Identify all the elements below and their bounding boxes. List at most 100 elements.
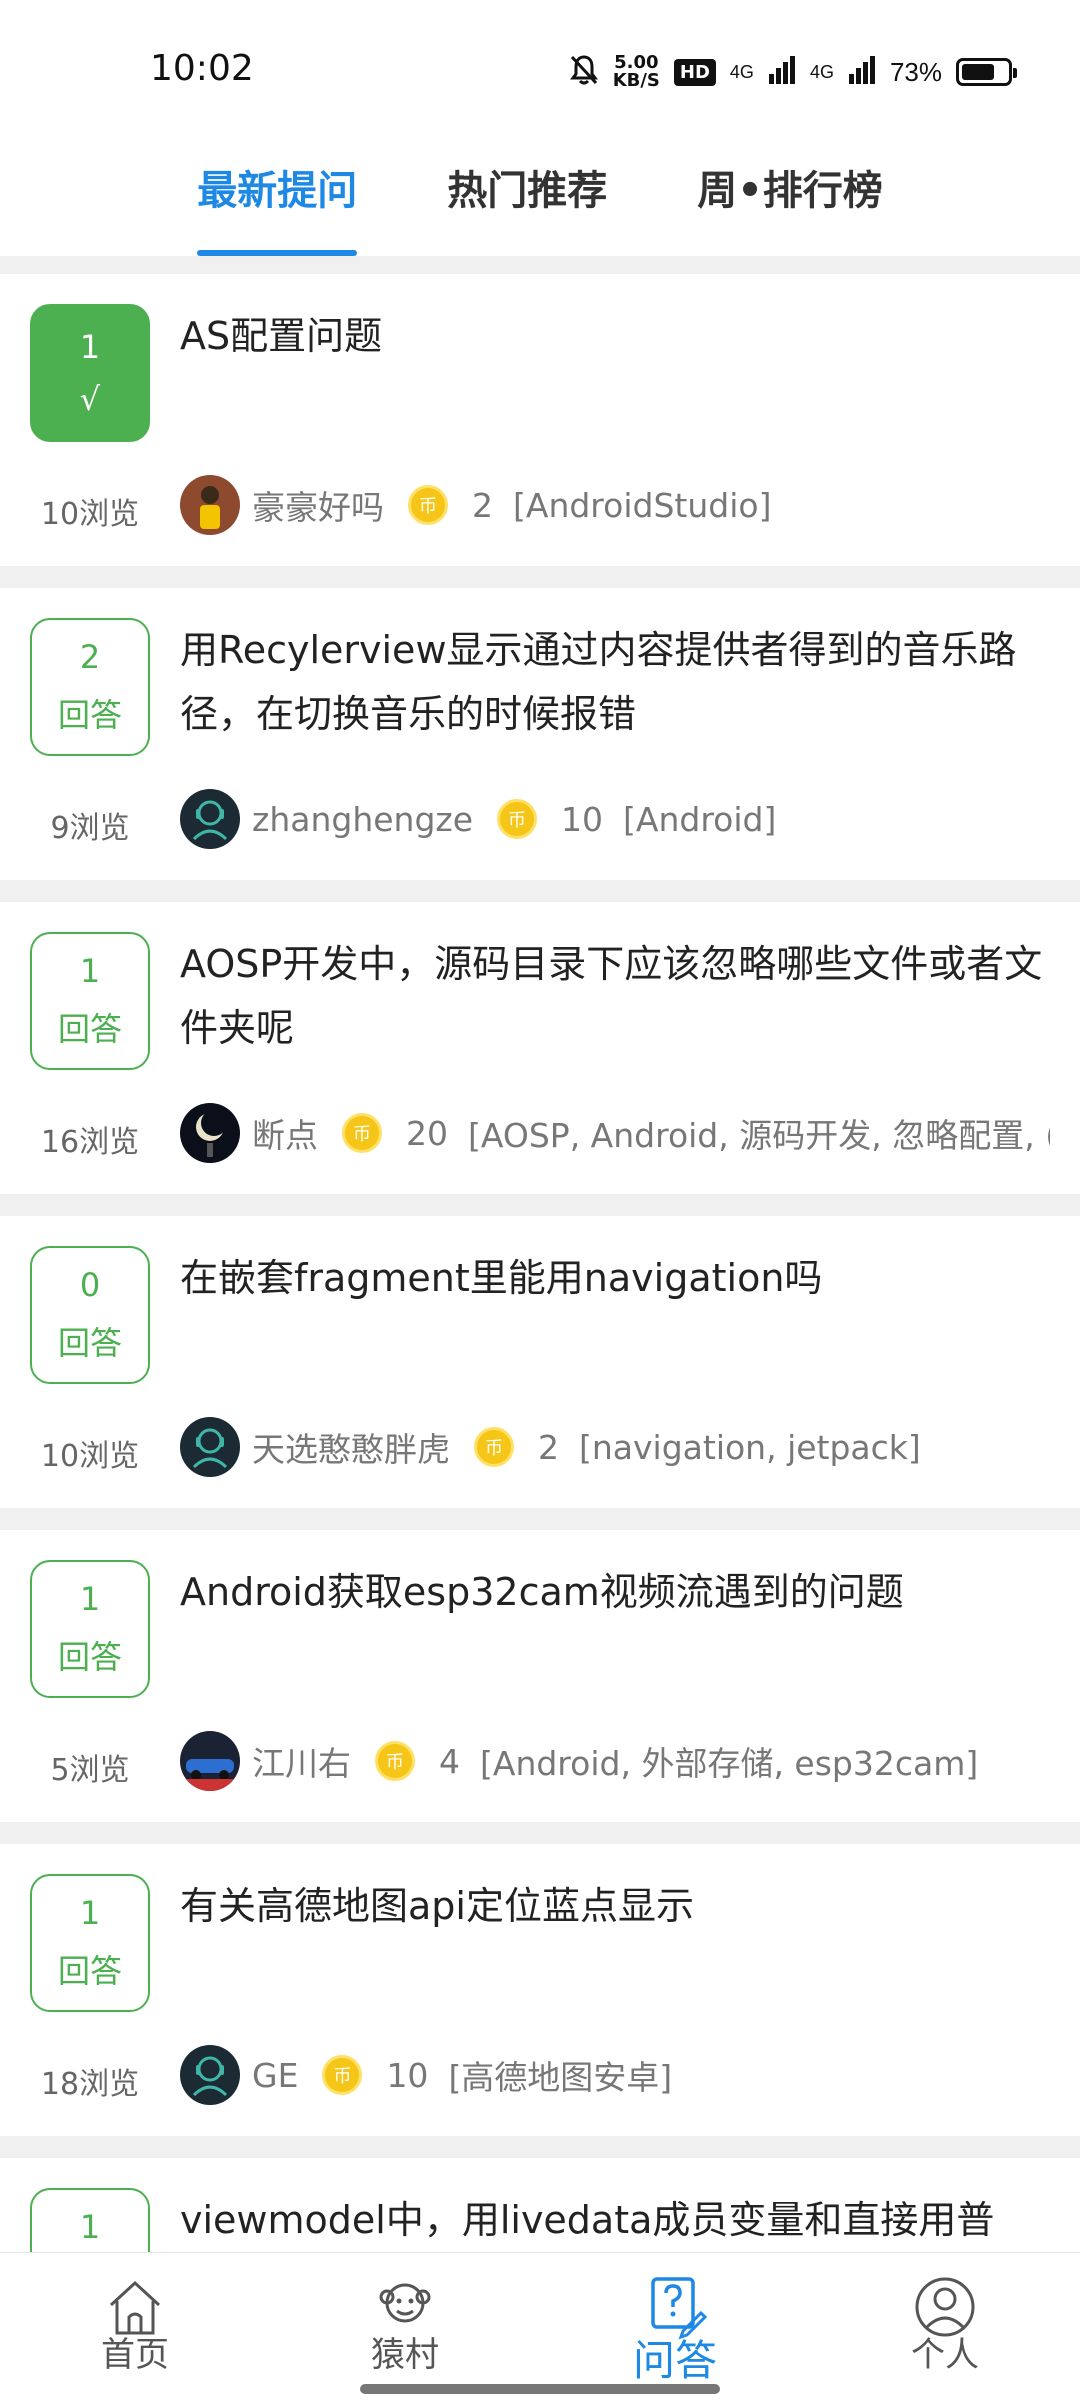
question-title[interactable]: Android获取esp32cam视频流遇到的问题 [180, 1560, 1050, 1624]
question-title[interactable]: AOSP开发中，源码目录下应该忽略哪些文件或者文件夹呢 [180, 932, 1050, 1060]
view-count: 9浏览 [50, 811, 130, 846]
battery-fill [962, 64, 995, 80]
answer-count: 2 [79, 638, 101, 676]
nav-item-3[interactable]: 个人 [810, 2253, 1080, 2400]
answer-label: 回答 [57, 1324, 122, 1362]
question-title[interactable]: 用Recylerview显示通过内容提供者得到的音乐路径，在切换音乐的时候报错 [180, 618, 1050, 746]
coin-icon: 币 [375, 1741, 415, 1781]
mute-bell-icon [569, 54, 599, 90]
question-meta: zhanghengze 币 10 [Android] [180, 788, 1050, 850]
answer-count: 1 [79, 2208, 101, 2246]
battery-percent: 73% [889, 56, 942, 87]
avatar[interactable] [180, 1103, 240, 1163]
answer-count-badge: 0 回答 [30, 1246, 150, 1384]
nav-label: 猿村 [371, 2335, 439, 2375]
answer-count-badge: 1 回答 [30, 932, 150, 1070]
coin-icon: 币 [474, 1427, 514, 1467]
avatar[interactable] [180, 1731, 240, 1791]
nav-item-0[interactable]: 首页 [0, 2253, 270, 2400]
answer-count: 1 [79, 328, 101, 366]
question-item[interactable]: 1 √ AS配置问题 10浏览 豪豪好吗币 2 [AndroidStudio] [0, 274, 1080, 566]
answer-count: 1 [79, 1894, 101, 1932]
nav-label: 个人 [911, 2335, 979, 2375]
answer-label: 回答 [57, 1010, 122, 1048]
signal-icon-2 [848, 56, 876, 88]
question-tags: [AndroidStudio] [513, 485, 772, 525]
coin-icon: 币 [342, 1113, 382, 1153]
author-name[interactable]: 天选憨憨胖虎 [252, 1423, 450, 1471]
question-item[interactable]: 2 回答 用Recylerview显示通过内容提供者得到的音乐路径，在切换音乐的时候… [0, 588, 1080, 880]
view-count: 10浏览 [40, 497, 140, 532]
signal-icon [768, 56, 796, 88]
answer-count-badge: 1回答 [30, 1874, 150, 2012]
question-tags: [navigation, jetpack] [579, 1427, 921, 1467]
author-name[interactable]: zhanghengze [252, 800, 473, 839]
question-title[interactable]: viewmodel中，用livedata成员变量和直接用普 [180, 2188, 1050, 2252]
coin-icon: 币 [408, 485, 448, 525]
coin-icon: 币 [322, 2055, 363, 2095]
avatar[interactable] [180, 475, 240, 535]
answer-label: 回答 [57, 696, 122, 734]
avatar[interactable] [180, 789, 240, 849]
network-type-2: 4G [809, 61, 834, 82]
question-item[interactable]: 0 回答 在嵌套fragment里能用navigation吗 10浏览 天选憨憨胖虎币 2… [0, 1216, 1080, 1508]
question-item[interactable]: 1回答 viewmodel中，用livedata成员变量和直接用普 [0, 2158, 1080, 2252]
question-meta: 天选憨憨胖虎币 2 [navigation, jetpack] [180, 1416, 1050, 1478]
tab-0[interactable]: 最新提问 [197, 130, 358, 256]
author-name[interactable]: 断点 [252, 1109, 318, 1157]
avatar[interactable] [180, 1417, 240, 1477]
nav-item-2[interactable]: 问答 [540, 2253, 810, 2400]
network-type-1: 4G [729, 61, 754, 82]
question-meta: 豪豪好吗币 2 [AndroidStudio] [180, 474, 1050, 536]
nav-item-1[interactable]: 猿村 [270, 2253, 540, 2400]
coin-icon: 币 [497, 799, 538, 839]
question-meta: 断点币 20 [AOSP, Android, 源码开发, 忽略配置, ( [180, 1102, 1050, 1164]
author-name[interactable]: GE [252, 2056, 298, 2095]
tab-1[interactable]: 热门推荐 [447, 130, 607, 256]
tab-2[interactable]: 周•排行榜 [697, 130, 883, 256]
question-tags: [高德地图安卓] [448, 2058, 673, 2097]
view-count: 16浏览 [40, 1125, 140, 1160]
status-time: 10:02 [150, 48, 254, 89]
question-tags: [AOSP, Android, 源码开发, 忽略配置, ( [468, 1116, 1050, 1155]
network-speed: 5.00 KB/S [613, 54, 660, 90]
question-title[interactable]: AS配置问题 [180, 304, 1050, 368]
status-icons: 5.00 KB/S HD 4G 4G 73% [569, 50, 1017, 94]
question-tags: [Android, 外部存储, esp32cam] [480, 1744, 979, 1783]
question-title[interactable]: 有关高德地图api定位蓝点显示 [180, 1874, 1050, 1938]
author-name[interactable]: 江川右 [252, 1737, 351, 1785]
nav-label: 问答 [632, 2336, 717, 2385]
answer-count: 1 [79, 952, 101, 990]
nav-label: 首页 [101, 2335, 169, 2375]
reward-amount: 4 [439, 1741, 460, 1781]
answer-count-badge: 1 回答 [30, 1560, 150, 1698]
status-bar: 10:02 5.00 KB/S HD 4G 4G 73% [0, 0, 1080, 130]
reward-amount: 10 [561, 799, 604, 839]
bottom-nav: 首页 猿村 问答 个人 [0, 2252, 1080, 2400]
reward-amount: 2 [538, 1427, 559, 1467]
view-count: 18浏览 [40, 2067, 140, 2102]
question-title[interactable]: 在嵌套fragment里能用navigation吗 [180, 1246, 1050, 1310]
battery-icon [956, 58, 1017, 86]
answer-label: 回答 [57, 1638, 122, 1676]
question-feed[interactable]: 1 √ AS配置问题 10浏览 豪豪好吗币 2 [AndroidStudio] 2 回答 用Rec… [0, 256, 1080, 2252]
view-count: 5浏览 [50, 1753, 130, 1788]
question-item[interactable]: 1 回答 AOSP开发中，源码目录下应该忽略哪些文件或者文件夹呢 16浏览 断点币 20 [… [0, 902, 1080, 1194]
author-name[interactable]: 豪豪好吗 [252, 481, 384, 529]
question-meta: 江川右币 4 [Android, 外部存储, esp32cam] [180, 1730, 1050, 1792]
reward-amount: 2 [472, 485, 493, 525]
solved-check-icon: √ [79, 380, 101, 418]
avatar[interactable] [180, 2045, 240, 2105]
answer-count-solved-badge: 1 √ [30, 304, 150, 442]
question-meta: GE 币 10 [高德地图安卓] [180, 2044, 1050, 2106]
question-item[interactable]: 1 回答 Android获取esp32cam视频流遇到的问题 5浏览 江川右币 4 [And… [0, 1530, 1080, 1822]
question-tags: [Android] [623, 799, 777, 839]
answer-count: 0 [79, 1266, 101, 1304]
view-count: 10浏览 [40, 1439, 140, 1474]
top-tabs: 最新提问 热门推荐 周•排行榜 [0, 130, 1080, 256]
answer-count: 1 [79, 1580, 101, 1618]
question-item[interactable]: 1 回答 有关高德地图api定位蓝点显示 18浏览 GE 币 10 [高德地图安卓] [0, 1844, 1080, 2136]
answer-count-badge: 1回答 [30, 2188, 150, 2252]
speed-unit: KB/S [612, 70, 660, 91]
hd-badge: HD [673, 58, 716, 86]
